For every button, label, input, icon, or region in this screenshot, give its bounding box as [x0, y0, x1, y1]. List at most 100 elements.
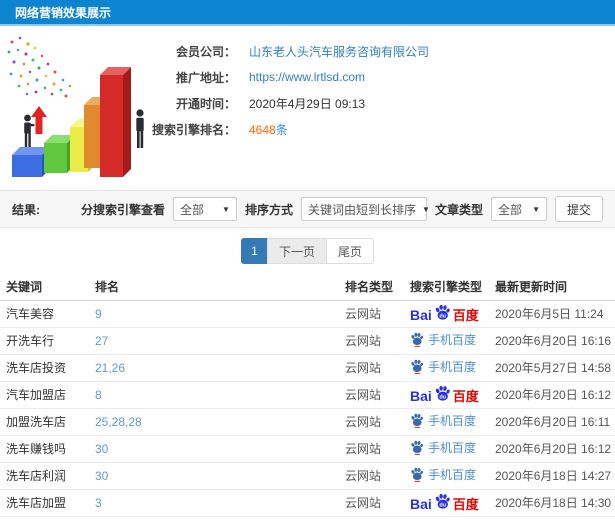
- baidu-paw-icon: du: [435, 385, 450, 401]
- promo-url-link[interactable]: https://www.lrtlsd.com: [249, 70, 365, 84]
- updated-cell: 2020年6月18日 14:30: [495, 489, 615, 517]
- baidu-paw-icon: [411, 467, 424, 482]
- app-header: 网络营销效果展示: [0, 0, 615, 26]
- info-row-company: 会员公司： 山东老人头汽车服务咨询有限公司: [78, 38, 429, 64]
- chevron-down-icon: ▼: [421, 204, 430, 214]
- sort-filter-value: 关键词由短到长排序: [307, 202, 416, 217]
- pagination: 1 下一页 尾页: [240, 238, 375, 264]
- rank-link[interactable]: 9: [95, 307, 102, 321]
- promo-url-label: 推广地址：: [175, 70, 236, 85]
- rank-cell: 21,26: [95, 354, 345, 382]
- keyword-cell: 加盟洗车店: [0, 408, 95, 436]
- keyword-cell: 汽车美容: [0, 300, 95, 328]
- rank-link[interactable]: 30: [95, 442, 108, 456]
- updated-cell: 2020年6月20日 16:12: [495, 435, 615, 463]
- rank-type-cell: 云网站: [345, 489, 410, 517]
- rank-cell: 25,28,28: [95, 408, 345, 436]
- baidu-logo: Bai du 百度: [410, 493, 479, 511]
- pagination-area: 1 下一页 尾页: [0, 228, 615, 274]
- svg-text:du: du: [439, 395, 446, 401]
- rank-cell: 8: [95, 381, 345, 409]
- results-section-label: 结果:: [12, 202, 40, 217]
- engine-cell: Bai du 百度: [410, 381, 495, 409]
- table-row: 洗车店投资 21,26 云网站 手机百度 2020年5月27日 14:58: [0, 354, 615, 382]
- mobile-baidu-label: 手机百度: [410, 331, 476, 348]
- sort-filter-select[interactable]: 关键词由短到长排序 ▼: [300, 197, 430, 221]
- sort-filter-label: 排序方式: [244, 202, 293, 217]
- updated-cell: 2020年6月20日 16:16: [495, 327, 615, 355]
- header-keyword: 关键词: [0, 274, 95, 301]
- mobile-baidu-label: 手机百度: [410, 412, 476, 429]
- company-label: 会员公司：: [175, 44, 236, 59]
- chevron-down-icon: ▼: [532, 204, 540, 214]
- rank-link[interactable]: 21,26: [95, 361, 125, 375]
- updated-cell: 2020年6月5日 11:24: [495, 300, 615, 328]
- rank-link[interactable]: 8: [95, 388, 102, 402]
- baidu-paw-icon: du: [435, 493, 450, 509]
- mobile-baidu-label: 手机百度: [410, 358, 476, 375]
- engine-rank-label: 搜索引擎排名：: [151, 122, 236, 137]
- mobile-baidu-label: 手机百度: [410, 466, 476, 483]
- engine-cell: 手机百度: [410, 327, 495, 355]
- table-row: 开洗车行 27 云网站 手机百度 2020年6月20日 16:16: [0, 327, 615, 355]
- rank-type-cell: 云网站: [345, 462, 410, 490]
- engine-filter-value: 全部: [179, 202, 204, 217]
- filter-controls: 分搜索引擎查看 全部 ▼ 排序方式 关键词由短到长排序 ▼ 文章类型 全部 ▼ …: [81, 196, 603, 222]
- baidu-logo: Bai du 百度: [410, 385, 479, 403]
- top-section: 会员公司： 山东老人头汽车服务咨询有限公司 推广地址： https://www.…: [0, 26, 615, 190]
- info-row-open-time: 开通时间： 2020年4月29日 09:13: [78, 90, 429, 116]
- rank-type-cell: 云网站: [345, 354, 410, 382]
- results-table: 关键词 排名 排名类型 搜索引擎类型 最新更新时间 汽车美容 9 云网站 Bai…: [0, 274, 615, 517]
- next-page-button[interactable]: 下一页: [266, 238, 327, 264]
- engine-filter-select[interactable]: 全部 ▼: [172, 197, 237, 221]
- baidu-paw-icon: [411, 440, 424, 455]
- baidu-logo: Bai du 百度: [410, 304, 479, 322]
- page-1-button[interactable]: 1: [240, 238, 268, 264]
- table-row: 洗车店加盟 3 云网站 Bai du 百度 2020年6月18日 14:30: [0, 489, 615, 517]
- table-row: 洗车店利润 30 云网站 手机百度 2020年6月18日 14:27: [0, 462, 615, 490]
- rank-type-cell: 云网站: [345, 408, 410, 436]
- keyword-cell: 洗车赚钱吗: [0, 435, 95, 463]
- rank-count-number: 4648: [249, 122, 276, 137]
- baidu-paw-icon: [411, 359, 424, 374]
- table-row: 洗车赚钱吗 30 云网站 手机百度 2020年6月20日 16:12: [0, 435, 615, 463]
- article-type-select[interactable]: 全部 ▼: [490, 197, 547, 221]
- rank-type-cell: 云网站: [345, 327, 410, 355]
- keyword-cell: 开洗车行: [0, 327, 95, 355]
- up-arrow-icon: [31, 106, 47, 134]
- engine-cell: 手机百度: [410, 408, 495, 436]
- updated-cell: 2020年6月20日 16:11: [495, 408, 615, 436]
- open-time-value: 2020年4月29日 09:13: [249, 96, 366, 111]
- rank-cell: 30: [95, 435, 345, 463]
- table-row: 加盟洗车店 25,28,28 云网站 手机百度 2020年6月20日 16:11: [0, 408, 615, 436]
- page-title: 网络营销效果展示: [15, 5, 112, 20]
- member-info: 会员公司： 山东老人头汽车服务咨询有限公司 推广地址： https://www.…: [78, 38, 429, 142]
- open-time-label: 开通时间：: [175, 96, 236, 111]
- article-type-label: 文章类型: [434, 202, 483, 217]
- rank-link[interactable]: 30: [95, 469, 108, 483]
- confetti-dots: [7, 36, 72, 98]
- table-header-row: 关键词 排名 排名类型 搜索引擎类型 最新更新时间: [0, 274, 615, 301]
- mobile-baidu-label: 手机百度: [410, 439, 476, 456]
- header-updated: 最新更新时间: [495, 274, 615, 301]
- last-page-button[interactable]: 尾页: [326, 238, 375, 264]
- table-row: 汽车加盟店 8 云网站 Bai du 百度 2020年6月20日 16:12: [0, 381, 615, 409]
- rank-cell: 3: [95, 489, 345, 517]
- engine-cell: 手机百度: [410, 435, 495, 463]
- submit-button[interactable]: 提交: [554, 196, 603, 222]
- engine-cell: Bai du 百度: [410, 300, 495, 328]
- svg-text:du: du: [439, 503, 446, 509]
- updated-cell: 2020年5月27日 14:58: [495, 354, 615, 382]
- engine-cell: 手机百度: [410, 462, 495, 490]
- keyword-cell: 洗车店利润: [0, 462, 95, 490]
- rank-link[interactable]: 25,28,28: [95, 415, 142, 429]
- header-rank: 排名: [95, 274, 345, 301]
- rank-link[interactable]: 3: [95, 496, 102, 510]
- rank-type-cell: 云网站: [345, 300, 410, 328]
- businessman-left: [24, 114, 35, 147]
- filter-bar: 结果: 分搜索引擎查看 全部 ▼ 排序方式 关键词由短到长排序 ▼ 文章类型 全…: [0, 190, 615, 228]
- keyword-cell: 汽车加盟店: [0, 381, 95, 409]
- header-engine-type: 搜索引擎类型: [410, 274, 495, 301]
- company-link[interactable]: 山东老人头汽车服务咨询有限公司: [249, 45, 429, 59]
- rank-link[interactable]: 27: [95, 334, 108, 348]
